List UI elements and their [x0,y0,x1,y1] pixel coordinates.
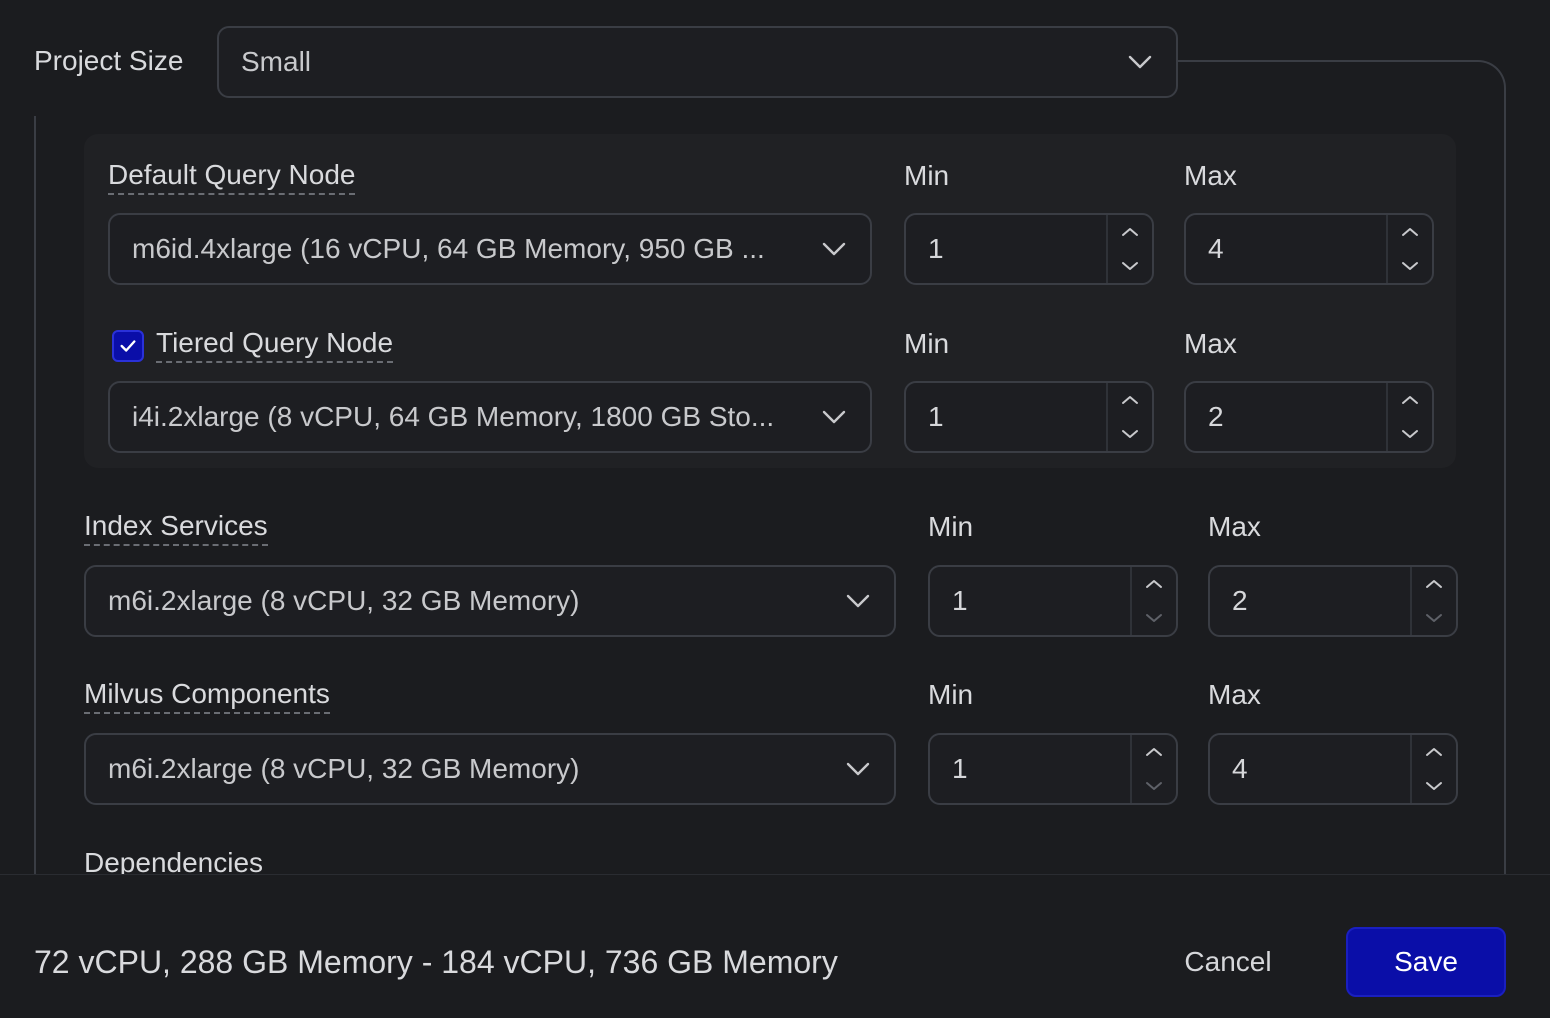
tiered-query-node-instance: i4i.2xlarge (8 vCPU, 64 GB Memory, 1800 … [132,401,775,432]
project-size-label: Project Size [34,45,184,76]
tiered-query-node-max-label: Max [1184,328,1237,359]
tiered-query-node-min-label: Min [904,328,950,359]
chevron-up-icon[interactable] [1145,579,1163,589]
chevron-down-icon [846,762,870,776]
milvus-components-label: Milvus Components [84,679,330,714]
milvus-components-select[interactable]: m6i.2xlarge (8 vCPU, 32 GB Memory) [84,733,896,805]
footer-bar: 72 vCPU, 288 GB Memory - 184 vCPU, 736 G… [0,874,1550,1018]
chevron-up-icon[interactable] [1121,395,1139,405]
default-query-node-max-input[interactable]: 4 [1184,213,1434,285]
tiered-query-node-label: Tiered Query Node [156,328,394,363]
default-query-node-min-value: 1 [928,233,944,264]
milvus-components-instance: m6i.2xlarge (8 vCPU, 32 GB Memory) [108,753,580,784]
dependencies-clip: Dependencies [84,846,484,874]
index-services-max-value: 2 [1232,585,1248,616]
chevron-down-icon[interactable] [1401,429,1419,439]
tiered-query-node-checkbox[interactable] [112,330,144,362]
chevron-down-icon[interactable] [1121,261,1139,271]
tiered-query-node-max-input[interactable]: 2 [1184,381,1434,453]
cancel-button[interactable]: Cancel [1160,927,1296,997]
default-query-node-max-stepper [1386,215,1432,283]
default-query-node-select[interactable]: m6id.4xlarge (16 vCPU, 64 GB Memory, 950… [108,213,872,285]
resource-summary: 72 vCPU, 288 GB Memory - 184 vCPU, 736 G… [34,944,838,980]
project-size-value: Small [241,46,312,77]
chevron-up-icon[interactable] [1121,227,1139,237]
tiered-query-node-select[interactable]: i4i.2xlarge (8 vCPU, 64 GB Memory, 1800 … [108,381,872,453]
milvus-components-min-input[interactable]: 1 [928,733,1178,805]
chevron-up-icon[interactable] [1425,747,1443,757]
index-services-instance: m6i.2xlarge (8 vCPU, 32 GB Memory) [108,585,580,616]
milvus-components-min-label: Min [928,679,974,710]
tiered-query-node-min-stepper [1106,383,1152,451]
tiered-query-node-max-value: 2 [1208,401,1224,432]
default-query-node-min-label: Min [904,160,950,191]
index-services-max-input[interactable]: 2 [1208,565,1458,637]
chevron-up-icon[interactable] [1401,395,1419,405]
chevron-up-icon[interactable] [1425,579,1443,589]
chevron-down-icon[interactable] [1121,429,1139,439]
default-query-node-instance: m6id.4xlarge (16 vCPU, 64 GB Memory, 950… [132,233,765,264]
default-query-node-label: Default Query Node [108,160,356,195]
project-size-select[interactable]: Small [217,26,1178,98]
index-services-select[interactable]: m6i.2xlarge (8 vCPU, 32 GB Memory) [84,565,896,637]
tiered-query-node-min-input[interactable]: 1 [904,381,1154,453]
chevron-down-icon [1128,55,1152,69]
tiered-query-node-min-value: 1 [928,401,944,432]
default-query-node-min-input[interactable]: 1 [904,213,1154,285]
save-button[interactable]: Save [1346,927,1506,997]
milvus-components-max-stepper [1410,735,1456,803]
milvus-components-max-value: 4 [1232,753,1248,784]
chevron-down-icon [846,594,870,608]
section-bracket-left [34,116,36,874]
chevron-down-icon[interactable] [1145,781,1163,791]
tiered-query-node-max-stepper [1386,383,1432,451]
chevron-down-icon [822,410,846,424]
index-services-min-label: Min [928,511,974,542]
index-services-max-stepper [1410,567,1456,635]
default-query-node-max-label: Max [1184,160,1237,191]
chevron-down-icon[interactable] [1401,261,1419,271]
chevron-up-icon[interactable] [1401,227,1419,237]
index-services-min-input[interactable]: 1 [928,565,1178,637]
milvus-components-min-stepper [1130,735,1176,803]
index-services-min-value: 1 [952,585,968,616]
chevron-down-icon[interactable] [1145,613,1163,623]
dependencies-label: Dependencies [84,847,264,874]
default-query-node-max-value: 4 [1208,233,1224,264]
index-services-max-label: Max [1208,511,1261,542]
chevron-up-icon[interactable] [1145,747,1163,757]
milvus-components-min-value: 1 [952,753,968,784]
default-query-node-min-stepper [1106,215,1152,283]
check-icon [120,340,136,352]
chevron-down-icon [822,242,846,256]
milvus-components-max-label: Max [1208,679,1261,710]
index-services-label: Index Services [84,511,268,546]
chevron-down-icon[interactable] [1425,781,1443,791]
milvus-components-max-input[interactable]: 4 [1208,733,1458,805]
chevron-down-icon[interactable] [1425,613,1443,623]
index-services-min-stepper [1130,567,1176,635]
